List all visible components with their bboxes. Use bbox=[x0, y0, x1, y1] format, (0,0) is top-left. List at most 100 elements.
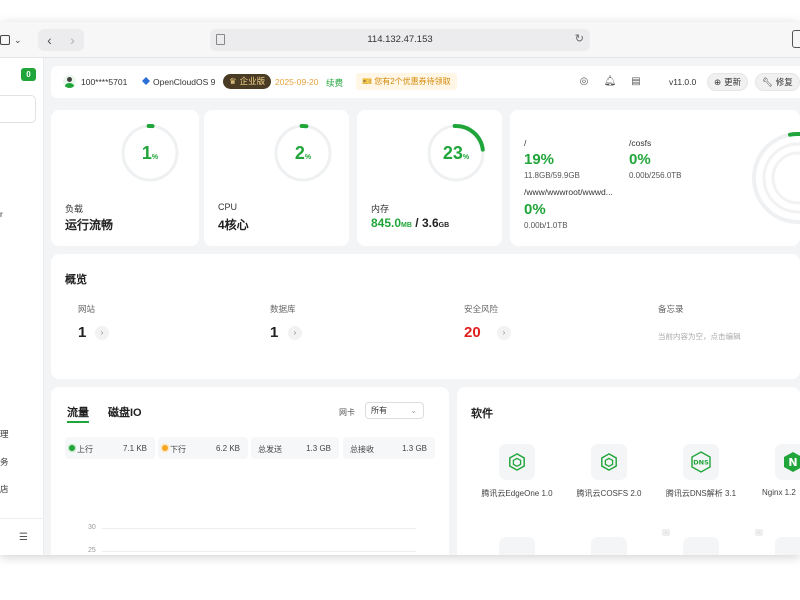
enterprise-label: 企业版 bbox=[239, 76, 266, 86]
cpu-card[interactable]: 2% CPU 4核心 bbox=[204, 110, 349, 246]
disk-usage-percent: 0% bbox=[524, 201, 546, 218]
top-header: 100****5701 OpenCloudOS 9 ♛ 企业版 2025-09-… bbox=[51, 66, 800, 98]
memory-total-unit: GB bbox=[438, 222, 450, 229]
url-text: 114.132.47.153 bbox=[367, 34, 433, 45]
tab-overview-button[interactable] bbox=[792, 30, 800, 48]
software-icon[interactable] bbox=[775, 537, 800, 555]
risks-count[interactable]: 20 bbox=[464, 324, 481, 341]
upload-label: 上行 bbox=[77, 445, 93, 454]
renew-link[interactable]: 续费 bbox=[326, 77, 343, 89]
forward-button[interactable]: › bbox=[61, 29, 84, 51]
cpu-percent: 2% bbox=[294, 143, 312, 163]
chevron-down-icon: ⌄ bbox=[410, 406, 417, 415]
crown-icon: ♛ bbox=[229, 76, 237, 86]
back-button[interactable]: ‹ bbox=[38, 29, 61, 51]
edgeone-icon[interactable] bbox=[499, 444, 535, 480]
memo-placeholder[interactable]: 当前内容为空，点击编辑 bbox=[658, 331, 741, 342]
traffic-card: 流量 磁盘IO 网卡 所有 ⌄ 上行 7.1 KB 下行 6.2 KB 总发送 … bbox=[51, 387, 449, 555]
software-tag: · bbox=[662, 529, 671, 536]
bell-icon[interactable]: 🔔︎ bbox=[603, 75, 617, 89]
update-label: 更新 bbox=[724, 77, 742, 87]
update-button[interactable]: ⊕ 更新 bbox=[707, 73, 749, 91]
cpu-cores: 4核心 bbox=[218, 218, 249, 232]
sidebar-item-fragment[interactable]: 理 bbox=[0, 428, 9, 440]
download-dot-icon bbox=[162, 445, 168, 451]
software-icon[interactable] bbox=[683, 537, 719, 555]
update-icon: ⊕ bbox=[714, 77, 722, 87]
download-value: 6.2 KB bbox=[215, 444, 240, 453]
load-percent-value: 1 bbox=[141, 143, 152, 163]
dns-logo-icon: DNS bbox=[691, 451, 711, 473]
cube-icon bbox=[509, 453, 525, 471]
cpu-percent-value: 2 bbox=[294, 143, 305, 163]
memory-card[interactable]: 23% 内存 845.0MB / 3.6GB bbox=[357, 110, 502, 246]
sites-label: 网站 bbox=[78, 304, 96, 314]
sidebar-item-fragment[interactable]: 店 bbox=[0, 483, 9, 495]
total-recv-metric: 总接收 1.3 GB bbox=[343, 437, 435, 459]
upload-value: 7.1 KB bbox=[122, 444, 147, 453]
address-bar[interactable]: 114.132.47.153 ↻ bbox=[210, 29, 590, 51]
memory-percent-value: 23 bbox=[442, 143, 463, 163]
cpu-label: CPU bbox=[218, 202, 238, 212]
databases-chevron-icon[interactable]: › bbox=[288, 326, 302, 340]
y-axis-tick: 30 bbox=[88, 524, 96, 531]
memory-separator: / bbox=[411, 216, 422, 230]
cosfs-icon[interactable] bbox=[591, 444, 627, 480]
repair-button[interactable]: 🔧︎ 修复 bbox=[755, 73, 800, 91]
total-recv-value: 1.3 GB bbox=[402, 444, 427, 453]
load-card[interactable]: 1% 负载 运行流畅 bbox=[51, 110, 199, 246]
software-name[interactable]: 腾讯云COSFS 2.0 bbox=[564, 488, 654, 499]
total-recv-label: 总接收 bbox=[350, 445, 374, 454]
notification-badge[interactable]: 0 bbox=[21, 68, 36, 81]
sidebar-search-input[interactable] bbox=[0, 95, 36, 123]
disk-card[interactable]: / 19% 11.8GB/59.9GB /cosfs 0% 0.00b/256.… bbox=[510, 110, 800, 246]
sidebar-item-fragment[interactable]: 务 bbox=[0, 456, 9, 468]
software-name[interactable]: 腾讯云EdgeOne 1.0 bbox=[472, 488, 562, 499]
cube-icon bbox=[601, 453, 617, 471]
coupon-text: 您有2个优惠券待领取 bbox=[374, 77, 451, 86]
software-icon[interactable] bbox=[591, 537, 627, 555]
sidebar-item-fragment[interactable]: r bbox=[0, 209, 3, 219]
nic-selected-value: 所有 bbox=[371, 406, 387, 415]
upload-metric: 上行 7.1 KB bbox=[65, 437, 155, 459]
navigation-buttons: ‹ › bbox=[38, 29, 84, 51]
service-icon[interactable]: ◎ bbox=[577, 75, 591, 89]
dns-logo-text: DNS bbox=[693, 459, 709, 467]
nic-label: 网卡 bbox=[339, 408, 355, 417]
wrench-icon: 🔧︎ bbox=[762, 77, 773, 87]
total-sent-label: 总发送 bbox=[258, 445, 282, 454]
software-name[interactable]: 腾讯云DNS解析 3.1 bbox=[656, 488, 746, 499]
databases-count[interactable]: 1 bbox=[270, 324, 278, 341]
risks-chevron-icon[interactable]: › bbox=[497, 326, 511, 340]
sites-chevron-icon[interactable]: › bbox=[95, 326, 109, 340]
panel-version: v11.0.0 bbox=[669, 77, 697, 87]
nginx-icon[interactable]: N bbox=[775, 444, 800, 480]
enterprise-badge[interactable]: ♛ 企业版 bbox=[223, 74, 272, 89]
tab-traffic[interactable]: 流量 bbox=[67, 404, 89, 420]
tab-disk-io[interactable]: 磁盘IO bbox=[108, 404, 142, 420]
reload-icon[interactable]: ↻ bbox=[575, 32, 584, 45]
dns-icon[interactable]: DNS bbox=[683, 444, 719, 480]
download-metric: 下行 6.2 KB bbox=[158, 437, 248, 459]
sites-count[interactable]: 1 bbox=[78, 324, 86, 341]
browser-toolbar: ⌄ ‹ › 114.132.47.153 ↻ bbox=[0, 22, 800, 58]
software-icon[interactable] bbox=[499, 537, 535, 555]
notes-icon[interactable]: ▤ bbox=[629, 75, 643, 89]
disk-usage-size: 0.00b/1.0TB bbox=[524, 221, 568, 230]
user-account[interactable]: 100****5701 bbox=[81, 77, 127, 87]
app-sidebar: 0 r 理 务 店 ☰ bbox=[0, 58, 44, 555]
sidebar-toggle-button[interactable]: ⌄ bbox=[0, 31, 30, 49]
nic-select[interactable]: 所有 ⌄ bbox=[365, 402, 424, 419]
software-tag: · bbox=[755, 529, 764, 536]
avatar[interactable] bbox=[63, 75, 76, 88]
coupon-banner[interactable]: 🎫 您有2个优惠券待领取 bbox=[356, 73, 457, 90]
disk-ring-chart bbox=[752, 131, 800, 224]
memory-percent: 23% bbox=[442, 143, 470, 163]
software-card: 软件 腾讯云EdgeOne 1.0 腾讯云COSFS 2.0 DNS 腾讯云DN… bbox=[457, 387, 800, 555]
memory-total: 3.6 bbox=[421, 216, 439, 230]
download-label: 下行 bbox=[170, 445, 186, 454]
menu-list-icon[interactable]: ☰ bbox=[19, 532, 28, 543]
y-axis-tick: 25 bbox=[88, 547, 96, 554]
software-name[interactable]: Nginx 1.2 bbox=[762, 488, 800, 497]
overview-title: 概览 bbox=[65, 274, 87, 286]
